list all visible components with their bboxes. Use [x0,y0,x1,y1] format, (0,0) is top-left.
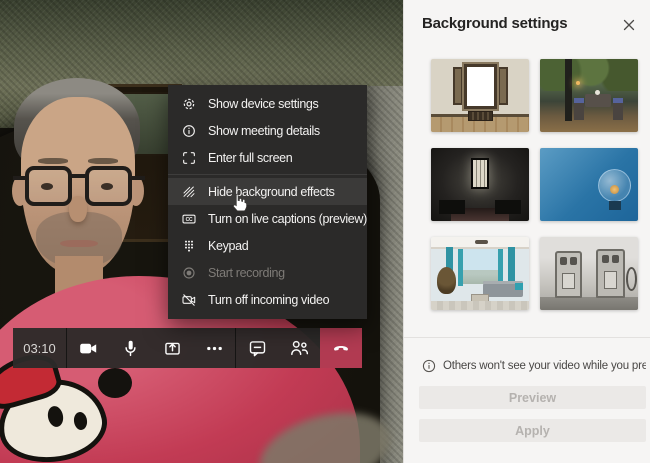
close-panel-button[interactable] [620,16,638,34]
teams-meeting-window: 03:10 Show device settings Show meeting … [0,0,650,463]
more-options-button[interactable] [193,328,235,368]
closed-captions-icon: CC [182,214,196,223]
preview-button[interactable]: Preview [419,386,646,409]
menu-item-keypad[interactable]: Keypad [168,232,367,259]
background-thumbnail-room-with-open-window[interactable] [431,59,529,132]
hang-up-icon [334,345,348,351]
menu-item-show-device-settings[interactable]: Show device settings [168,90,367,117]
panel-title: Background settings [422,15,568,32]
gear-icon [183,98,195,109]
background-thumbnail-evening-patio[interactable] [540,59,638,132]
mickey-mouse-graphic [0,348,146,463]
record-icon [183,266,195,279]
background-effects-icon [183,186,195,197]
svg-text:CC: CC [186,217,193,223]
share-screen-icon [164,342,180,355]
participants-icon [291,340,309,356]
eyeglasses [13,166,145,210]
background-thumbnail-porch-teal-curtains[interactable] [431,237,529,310]
call-timer: 03:10 [23,340,56,356]
menu-divider [168,174,367,175]
panel-divider [404,337,650,338]
menu-item-show-meeting-details[interactable]: Show meeting details [168,117,367,144]
menu-item-turn-off-incoming-video[interactable]: Turn off incoming video [168,286,367,313]
menu-item-start-recording: Start recording [168,259,367,286]
background-thumbnail-vintage-gas-pumps[interactable] [540,237,638,310]
apply-button[interactable]: Apply [419,419,646,442]
hang-up-button[interactable] [320,328,362,368]
keypad-icon [185,240,193,252]
chat-icon [249,340,265,356]
chat-button[interactable] [236,328,278,368]
background-settings-panel: Background settings Others won't see you… [403,0,650,463]
menu-item-hide-background-effects[interactable]: Hide background effects [168,178,367,205]
video-off-icon [182,293,196,306]
more-options-menu: Show device settings Show meeting detail… [168,85,367,319]
menu-item-enter-full-screen[interactable]: Enter full screen [168,144,367,171]
background-thumbnail-dark-stone-room[interactable] [431,148,529,221]
camera-icon [79,343,96,353]
participants-button[interactable] [278,328,320,368]
call-controls-bar: 03:10 [13,328,362,368]
camera-button[interactable] [67,328,109,368]
info-icon [422,359,436,373]
microphone-icon [124,340,136,356]
share-screen-button[interactable] [151,328,193,368]
more-options-icon [206,346,222,350]
microphone-button[interactable] [109,328,151,368]
menu-item-turn-on-live-captions[interactable]: CC Turn on live captions (preview) [168,205,367,232]
background-thumbnail-blue-lightbulb[interactable] [540,148,638,221]
close-icon [623,19,635,31]
fullscreen-icon [183,151,195,164]
preview-privacy-note: Others won't see your video while you pr… [422,359,646,373]
info-icon [183,124,195,137]
